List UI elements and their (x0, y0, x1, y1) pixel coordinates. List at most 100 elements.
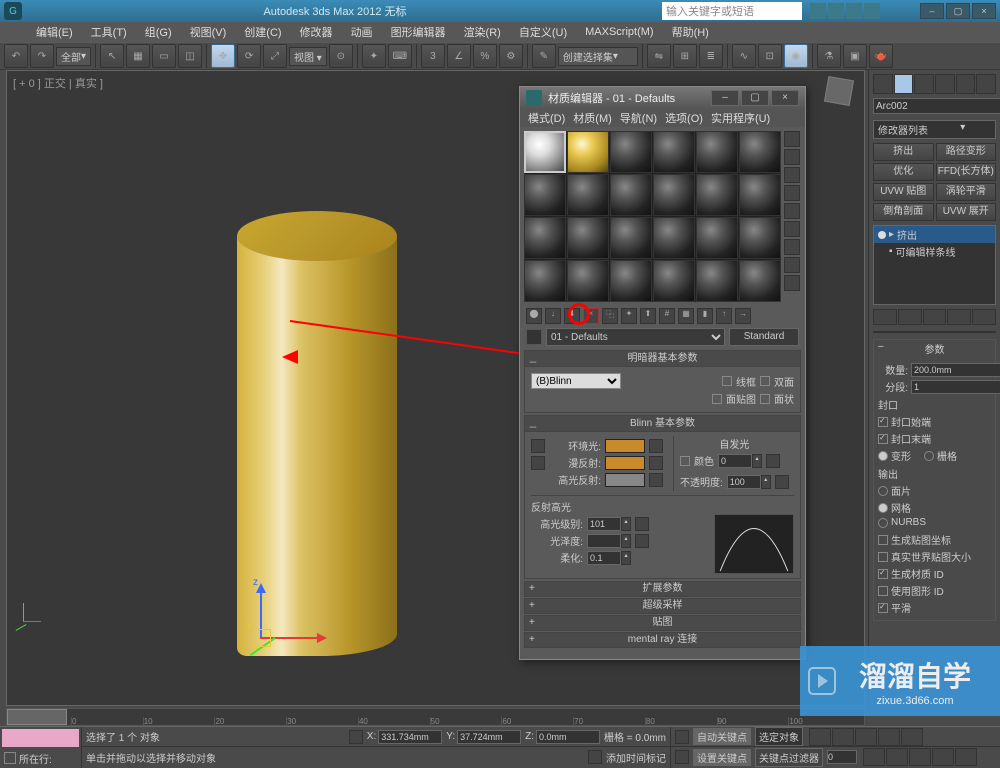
sample-slot-23[interactable] (696, 260, 738, 302)
me-menu-material[interactable]: 材质(M) (573, 110, 612, 126)
get-material-icon[interactable]: ⬤ (526, 308, 542, 324)
shader-rollout-header[interactable]: –明暗器基本参数 (525, 351, 800, 367)
pivot-icon[interactable]: ⊙ (329, 44, 353, 68)
sample-slot-14[interactable] (567, 217, 609, 259)
modifier-list-dropdown[interactable]: 修改器列表▾ (873, 120, 996, 139)
gloss-spinner[interactable]: ▴ (587, 534, 631, 548)
sample-uv-icon[interactable] (784, 185, 800, 201)
faceted-checkbox[interactable] (760, 394, 770, 404)
make-preview-icon[interactable] (784, 221, 800, 237)
material-name-dropdown[interactable]: 01 - Defaults (546, 328, 725, 346)
morph-radio[interactable] (878, 451, 888, 461)
opacity-map-button[interactable] (775, 475, 789, 489)
script-mini-listener[interactable] (2, 729, 79, 747)
go-forward-icon[interactable]: → (735, 308, 751, 324)
optimize-button[interactable]: 优化 (873, 163, 934, 181)
ambient-swatch[interactable] (605, 439, 645, 453)
display-tab-icon[interactable] (956, 74, 976, 94)
mesh-radio[interactable] (878, 503, 888, 513)
ambient-lock-icon[interactable] (531, 439, 545, 453)
viewport-label[interactable]: [ + 0 ] 正交 | 真实 ] (13, 75, 103, 91)
sample-slot-3[interactable] (610, 131, 652, 173)
percent-snap-icon[interactable]: % (473, 44, 497, 68)
motion-tab-icon[interactable] (935, 74, 955, 94)
sample-slot-6[interactable] (739, 131, 781, 173)
put-scene-icon[interactable]: ↓ (545, 308, 561, 324)
viewport-max-icon[interactable] (955, 748, 977, 766)
prev-frame-icon[interactable] (832, 728, 854, 746)
smooth-checkbox[interactable] (878, 603, 888, 613)
sample-slot-16[interactable] (653, 217, 695, 259)
sample-slot-15[interactable] (610, 217, 652, 259)
make-unique-icon[interactable] (923, 309, 947, 325)
cap-start-checkbox[interactable] (878, 417, 888, 427)
redo-icon[interactable]: ↷ (30, 44, 54, 68)
set-key-button[interactable]: 设置关键点 (693, 749, 751, 766)
shader-dropdown[interactable]: (B)Blinn (531, 373, 621, 389)
schematic-icon[interactable]: ⊡ (758, 44, 782, 68)
bevel-profile-button[interactable]: 倒角剖面 (873, 203, 934, 221)
isolate-icon[interactable] (588, 750, 602, 764)
sample-type-icon[interactable] (784, 131, 800, 147)
diffuse-lock-icon[interactable] (531, 456, 545, 470)
menu-create[interactable]: 创建(C) (238, 22, 287, 42)
x-coord-input[interactable] (378, 730, 442, 744)
keyboard-icon[interactable]: ⌨ (388, 44, 412, 68)
viewport-pan-icon[interactable] (863, 748, 885, 766)
me-menu-util[interactable]: 实用程序(U) (711, 110, 770, 126)
object-name-input[interactable] (873, 98, 1000, 114)
rotate-icon[interactable]: ⟳ (237, 44, 261, 68)
render-setup-icon[interactable]: ⚗ (817, 44, 841, 68)
key-mode-icon[interactable] (675, 730, 689, 744)
grid-radio[interactable] (924, 451, 934, 461)
maps-rollout[interactable]: +贴图 (524, 615, 801, 631)
soften-spinner[interactable]: ▴ (587, 551, 631, 565)
selection-set-dropdown[interactable]: 创建选择集 ▾ (558, 47, 638, 66)
sample-slot-24[interactable] (739, 260, 781, 302)
configure-sets-icon[interactable] (972, 309, 996, 325)
facemap-checkbox[interactable] (712, 394, 722, 404)
key-target-dropdown[interactable]: 选定对象 (755, 727, 803, 746)
use-shape-id-checkbox[interactable] (878, 586, 888, 596)
help-icon[interactable] (810, 3, 826, 19)
layer-icon[interactable]: ≣ (699, 44, 723, 68)
align-icon[interactable]: ⊞ (673, 44, 697, 68)
amount-input[interactable] (911, 363, 1000, 377)
key-filter-button[interactable]: 关键点过滤器 (755, 748, 823, 767)
signin-icon[interactable] (864, 3, 880, 19)
maxscript-listener-icon[interactable] (4, 752, 16, 764)
sample-slot-2[interactable] (567, 131, 609, 173)
sample-slot-19[interactable] (524, 260, 566, 302)
next-frame-icon[interactable] (878, 728, 900, 746)
menu-animation[interactable]: 动画 (345, 22, 379, 42)
twosided-checkbox[interactable] (760, 376, 770, 386)
menu-render[interactable]: 渲染(R) (458, 22, 507, 42)
manipulate-icon[interactable]: ✦ (362, 44, 386, 68)
goto-start-icon[interactable] (809, 728, 831, 746)
mirror-icon[interactable]: ⇋ (647, 44, 671, 68)
parameters-header[interactable]: –参数 (874, 340, 995, 357)
gen-map-checkbox[interactable] (878, 535, 888, 545)
material-type-button[interactable]: Standard (729, 328, 799, 346)
menu-modifiers[interactable]: 修改器 (294, 22, 339, 42)
z-coord-input[interactable] (536, 730, 600, 744)
modify-tab-icon[interactable] (894, 74, 914, 94)
undo-icon[interactable]: ↶ (4, 44, 28, 68)
ffd-button[interactable]: FFD(长方体) (936, 163, 997, 181)
pick-material-icon[interactable] (526, 329, 542, 345)
angle-snap-icon[interactable]: ∠ (447, 44, 471, 68)
info-icon[interactable] (846, 3, 862, 19)
menu-customize[interactable]: 自定义(U) (513, 22, 573, 42)
extended-params-rollout[interactable]: +扩展参数 (524, 581, 801, 597)
blinn-rollout-header[interactable]: –Blinn 基本参数 (525, 416, 800, 432)
sample-slot-12[interactable] (739, 174, 781, 216)
sample-slot-4[interactable] (653, 131, 695, 173)
video-color-icon[interactable] (784, 203, 800, 219)
render-icon[interactable]: 🫖 (869, 44, 893, 68)
select-by-mat-icon[interactable] (784, 257, 800, 273)
sample-slot-7[interactable] (524, 174, 566, 216)
supersampling-rollout[interactable]: +超级采样 (524, 598, 801, 614)
sample-count-icon[interactable] (784, 275, 800, 291)
background-icon[interactable] (784, 167, 800, 183)
wire-checkbox[interactable] (722, 376, 732, 386)
